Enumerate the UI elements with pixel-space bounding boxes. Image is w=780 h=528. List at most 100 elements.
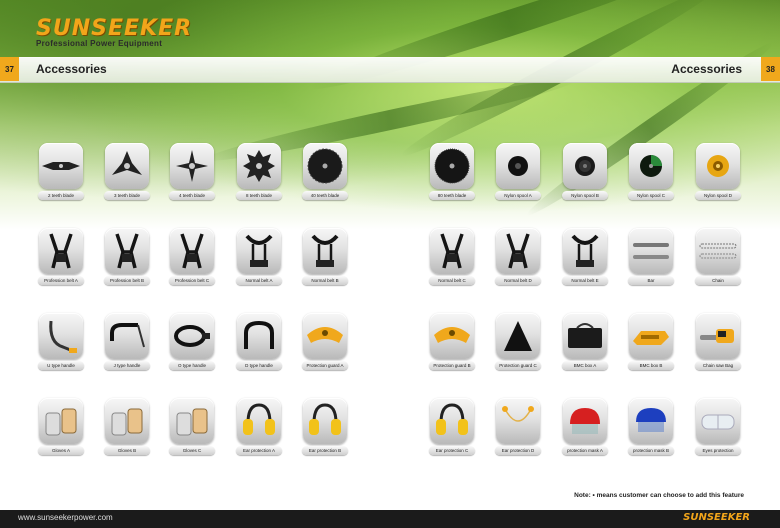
accessory-item: Normal belt C <box>428 228 476 285</box>
u-handle-icon <box>39 313 83 359</box>
accessory-item: Gloves C <box>168 398 216 455</box>
accessory-label: Protection guard B <box>429 361 475 370</box>
accessory-label: Normal belt D <box>495 276 541 285</box>
goggles-icon <box>696 398 740 444</box>
accessory-label: Bar <box>628 276 674 285</box>
feature-note: Note: • means customer can choose to add… <box>574 492 744 499</box>
accessory-item: Chain <box>694 228 742 285</box>
right-page-number: 38 <box>761 57 780 81</box>
accessory-label: U type handle <box>38 361 84 370</box>
accessory-item: Normal belt B <box>301 228 349 285</box>
brand-name: SUNSEEKER <box>36 16 193 41</box>
accessory-label: Gloves B <box>104 446 150 455</box>
accessory-label: D type handle <box>236 361 282 370</box>
accessory-label: Ear protection D <box>495 446 541 455</box>
shoulder-strap-icon <box>303 228 347 274</box>
footer-logo: SUNSEEKER <box>683 512 750 523</box>
eighty-teeth-blade-icon <box>430 143 474 189</box>
two-teeth-blade-icon <box>39 143 83 189</box>
accessory-label: Profession belt A <box>38 276 84 285</box>
accessory-label: 2 teeth blade <box>38 191 84 200</box>
gloves-icon <box>170 398 214 444</box>
shoulder-strap-icon <box>237 228 281 274</box>
nylon-spool-b-icon <box>563 143 607 189</box>
accessory-item: Bar <box>627 228 675 285</box>
accessory-item: Profession belt A <box>37 228 85 285</box>
accessory-item: Ear protection D <box>494 398 542 455</box>
accessory-label: O type handle <box>169 361 215 370</box>
accessory-label: Ear protection C <box>429 446 475 455</box>
harness-belt-icon <box>496 228 540 274</box>
title-bar <box>0 57 780 83</box>
accessory-item: Normal belt A <box>235 228 283 285</box>
accessory-label: Normal belt A <box>236 276 282 285</box>
accessory-label: Protection guard A <box>302 361 348 370</box>
chainsaw-icon <box>696 313 740 359</box>
accessory-label: J type handle <box>104 361 150 370</box>
accessory-label: 4 teeth blade <box>169 191 215 200</box>
accessory-label: Gloves A <box>38 446 84 455</box>
accessory-label: 40 teeth blade <box>302 191 348 200</box>
harness-belt-icon <box>170 228 214 274</box>
earmuffs-icon <box>237 398 281 444</box>
accessory-label: Chain <box>695 276 741 285</box>
accessory-item: D type handle <box>235 313 283 370</box>
left-page-title: Accessories <box>36 62 107 76</box>
gloves-icon <box>39 398 83 444</box>
accessory-item: Protection guard B <box>428 313 476 370</box>
nylon-spool-a-icon <box>496 143 540 189</box>
accessory-item: Profession belt C <box>168 228 216 285</box>
accessory-item: Ear protection C <box>428 398 476 455</box>
tool-bag-icon <box>563 313 607 359</box>
accessory-label: Profession belt C <box>169 276 215 285</box>
accessory-label: Normal belt E <box>562 276 608 285</box>
accessory-label: Ear protection A <box>236 446 282 455</box>
eight-teeth-blade-icon <box>237 143 281 189</box>
four-teeth-blade-icon <box>170 143 214 189</box>
accessory-item: Normal belt D <box>494 228 542 285</box>
accessory-item: BMC box B <box>627 313 675 370</box>
accessory-item: Ear protection B <box>301 398 349 455</box>
accessory-item: Gloves A <box>37 398 85 455</box>
earplugs-icon <box>496 398 540 444</box>
accessory-item: 80 teeth blade <box>428 143 476 200</box>
accessory-item: Eyes protection <box>694 398 742 455</box>
earmuffs-icon <box>430 398 474 444</box>
website-url[interactable]: www.sunseekerpower.com <box>18 513 113 522</box>
accessory-item: protection mask B <box>627 398 675 455</box>
accessory-item: J type handle <box>103 313 151 370</box>
accessory-item: 40 teeth blade <box>301 143 349 200</box>
accessory-item: Nylon spool A <box>494 143 542 200</box>
accessory-item: 8 teeth blade <box>235 143 283 200</box>
accessory-item: 4 teeth blade <box>168 143 216 200</box>
d-handle-icon <box>237 313 281 359</box>
accessory-item: O type handle <box>168 313 216 370</box>
protection-guard-icon <box>430 313 474 359</box>
accessory-item: BMC box A <box>561 313 609 370</box>
accessory-label: Chain saw Bag <box>695 361 741 370</box>
visor-helmet-icon <box>629 398 673 444</box>
nylon-spool-c-icon <box>629 143 673 189</box>
accessory-item: Protection guard A <box>301 313 349 370</box>
harness-belt-icon <box>430 228 474 274</box>
accessory-label: Nylon spool C <box>628 191 674 200</box>
accessory-label: Eyes protection <box>695 446 741 455</box>
accessory-item: Nylon spool B <box>561 143 609 200</box>
earmuffs-icon <box>303 398 347 444</box>
nylon-spool-d-icon <box>696 143 740 189</box>
accessory-label: 3 teeth blade <box>104 191 150 200</box>
accessory-label: BMC box B <box>628 361 674 370</box>
accessory-item: 3 teeth blade <box>103 143 151 200</box>
accessory-label: Normal belt B <box>302 276 348 285</box>
accessory-item: Profession belt B <box>103 228 151 285</box>
accessory-label: Nylon spool A <box>495 191 541 200</box>
left-page-number: 37 <box>0 57 19 81</box>
accessory-label: 80 teeth blade <box>429 191 475 200</box>
accessory-item: Chain saw Bag <box>694 313 742 370</box>
accessory-item: Gloves B <box>103 398 151 455</box>
j-handle-icon <box>105 313 149 359</box>
accessory-label: protection mask B <box>628 446 674 455</box>
accessory-label: Nylon spool B <box>562 191 608 200</box>
accessory-item: Ear protection A <box>235 398 283 455</box>
accessory-label: Normal belt C <box>429 276 475 285</box>
